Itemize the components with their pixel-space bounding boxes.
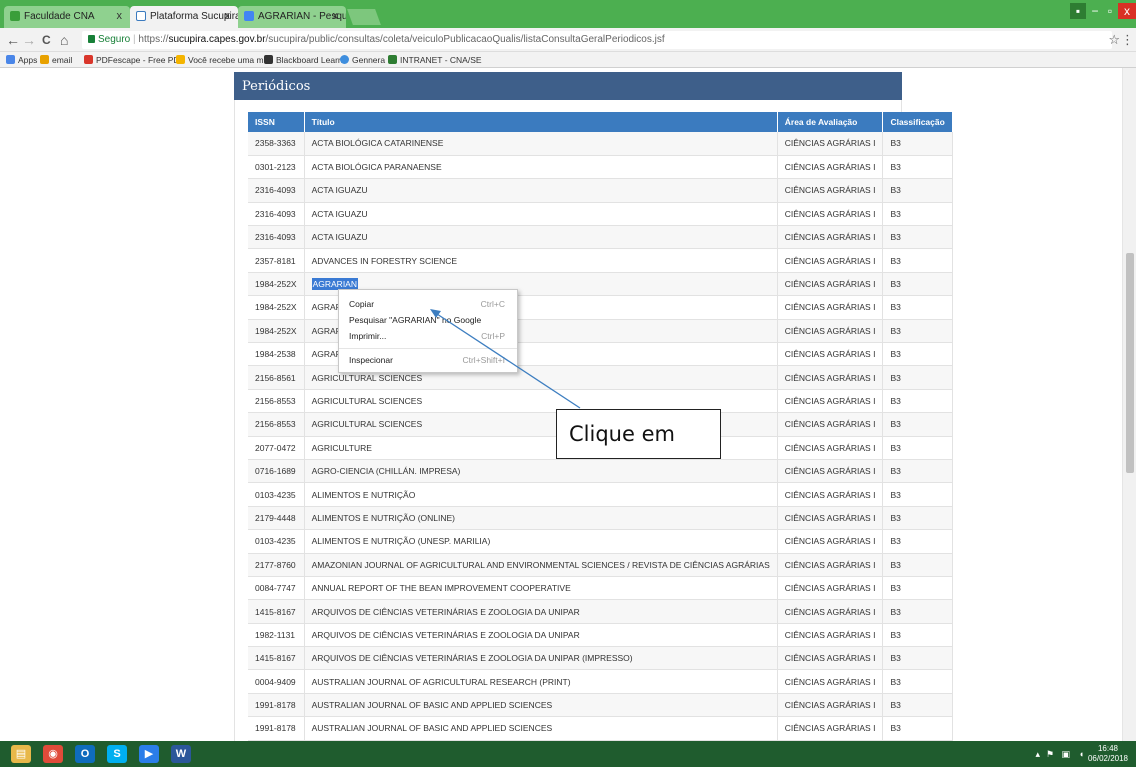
- bookmark-label: Apps: [18, 55, 38, 65]
- secure-label: Seguro: [98, 34, 131, 45]
- restore-button[interactable]: ▫: [1103, 3, 1117, 19]
- media-icon: ▶: [139, 745, 159, 763]
- tab-close-icon[interactable]: x: [333, 10, 339, 22]
- bookmark-label: Blackboard Learn: [276, 55, 343, 65]
- taskbar-media-button[interactable]: ▶: [134, 743, 164, 765]
- annotation-callout: Clique em: [556, 409, 721, 459]
- tray-flag-icon[interactable]: ⚑: [1046, 749, 1054, 760]
- clock-date: 06/02/2018: [1087, 754, 1128, 763]
- chrome-icon: ◉: [43, 745, 63, 763]
- skype-icon: S: [107, 745, 127, 763]
- taskbar-outlook-button[interactable]: O: [70, 743, 100, 765]
- tray-up-arrow-icon[interactable]: ▴: [1035, 749, 1040, 760]
- google-favicon-icon: [244, 11, 254, 21]
- bookmark-intranet[interactable]: INTRANET - CNA/SE: [388, 55, 482, 65]
- url-path: /sucupira/public/consultas/coleta/veicul…: [265, 34, 665, 45]
- windows-taskbar: ▤ ◉ O S ▶ W ▴ ⚑ ▣ ◖ 16:48 06/02/2018: [0, 741, 1136, 767]
- bookmark-label: INTRANET - CNA/SE: [400, 55, 482, 65]
- forward-button[interactable]: →: [22, 32, 36, 48]
- sucupira-favicon-icon: [136, 11, 146, 21]
- bookmark-blackboard[interactable]: Blackboard Learn: [264, 55, 343, 65]
- bookmark-star-icon[interactable]: ☆: [1108, 32, 1120, 48]
- clock-time: 16:48: [1097, 744, 1118, 753]
- arrow-head-icon: [430, 309, 441, 318]
- email-icon: [40, 55, 49, 64]
- tab-close-icon[interactable]: x: [117, 10, 123, 22]
- home-button[interactable]: ⌂: [60, 32, 68, 48]
- tab-label: Faculdade CNA: [24, 11, 95, 22]
- bookmark-label: Gennera: [352, 55, 386, 65]
- url-scheme: https://: [138, 34, 169, 45]
- pdfescape-icon: [84, 55, 93, 64]
- bookmark-label: PDFescape - Free PD: [96, 55, 180, 65]
- word-icon: W: [171, 745, 191, 763]
- bookmark-label: Você recebe uma me: [188, 55, 269, 65]
- tab-faculdade-cna[interactable]: Faculdade CNA x: [4, 6, 130, 28]
- back-button[interactable]: ←: [6, 32, 20, 48]
- profile-icon[interactable]: ▪: [1070, 3, 1086, 19]
- browser-menu-icon[interactable]: ⋮: [1121, 32, 1134, 48]
- bookmark-pdfescape[interactable]: PDFescape - Free PD: [84, 55, 180, 65]
- annotation-arrow: [430, 309, 581, 409]
- address-toolbar: ← → C ⌂ Seguro | https://sucupira.capes.…: [0, 28, 1136, 52]
- page-content: Periódicos ISSN Título Área de Avaliação…: [0, 68, 1122, 741]
- bookmark-voce-recebe[interactable]: Você recebe uma me: [176, 55, 268, 65]
- taskbar-word-button[interactable]: W: [166, 743, 196, 765]
- file-explorer-icon: ▤: [11, 745, 31, 763]
- taskbar-skype-button[interactable]: S: [102, 743, 132, 765]
- tab-close-icon[interactable]: x: [225, 10, 231, 22]
- tab-agrarian-search[interactable]: AGRARIAN - Pesquisa G x: [238, 6, 346, 28]
- bookmarks-bar: Apps email PDFescape - Free PD Você rece…: [0, 52, 1136, 68]
- windows-logo-icon: [176, 55, 185, 64]
- browser-tab-bar: Faculdade CNA x Plataforma Sucupira x AG…: [0, 0, 1136, 28]
- apps-grid-icon: [6, 55, 15, 64]
- blackboard-icon: [264, 55, 273, 64]
- bookmark-apps[interactable]: Apps: [6, 55, 37, 65]
- intranet-icon: [388, 55, 397, 64]
- new-tab-button[interactable]: [347, 9, 381, 25]
- lock-icon: [88, 35, 95, 43]
- reload-button[interactable]: C: [42, 32, 51, 48]
- tray-network-icon[interactable]: ▣: [1061, 749, 1070, 760]
- url-host: sucupira.capes.gov.br: [168, 34, 266, 45]
- tray-clock[interactable]: 16:48 06/02/2018: [1088, 744, 1128, 764]
- tray-volume-icon[interactable]: ◖: [1079, 749, 1084, 759]
- bookmark-label: email: [52, 55, 73, 65]
- faculdade-favicon-icon: [10, 11, 20, 21]
- gennera-icon: [340, 55, 349, 64]
- taskbar-chrome-button[interactable]: ◉: [38, 743, 68, 765]
- url-field[interactable]: Seguro | https://sucupira.capes.gov.br/s…: [82, 31, 1112, 49]
- bookmark-email[interactable]: email: [40, 55, 72, 65]
- page-scrollbar[interactable]: [1122, 68, 1136, 741]
- minimize-button[interactable]: −: [1088, 3, 1102, 19]
- outlook-icon: O: [75, 745, 95, 763]
- close-window-button[interactable]: x: [1118, 3, 1136, 19]
- tab-plataforma-sucupira[interactable]: Plataforma Sucupira x: [130, 6, 238, 28]
- taskbar-file-explorer-button[interactable]: ▤: [6, 743, 36, 765]
- scrollbar-thumb[interactable]: [1126, 253, 1134, 473]
- bookmark-gennera[interactable]: Gennera: [340, 55, 385, 65]
